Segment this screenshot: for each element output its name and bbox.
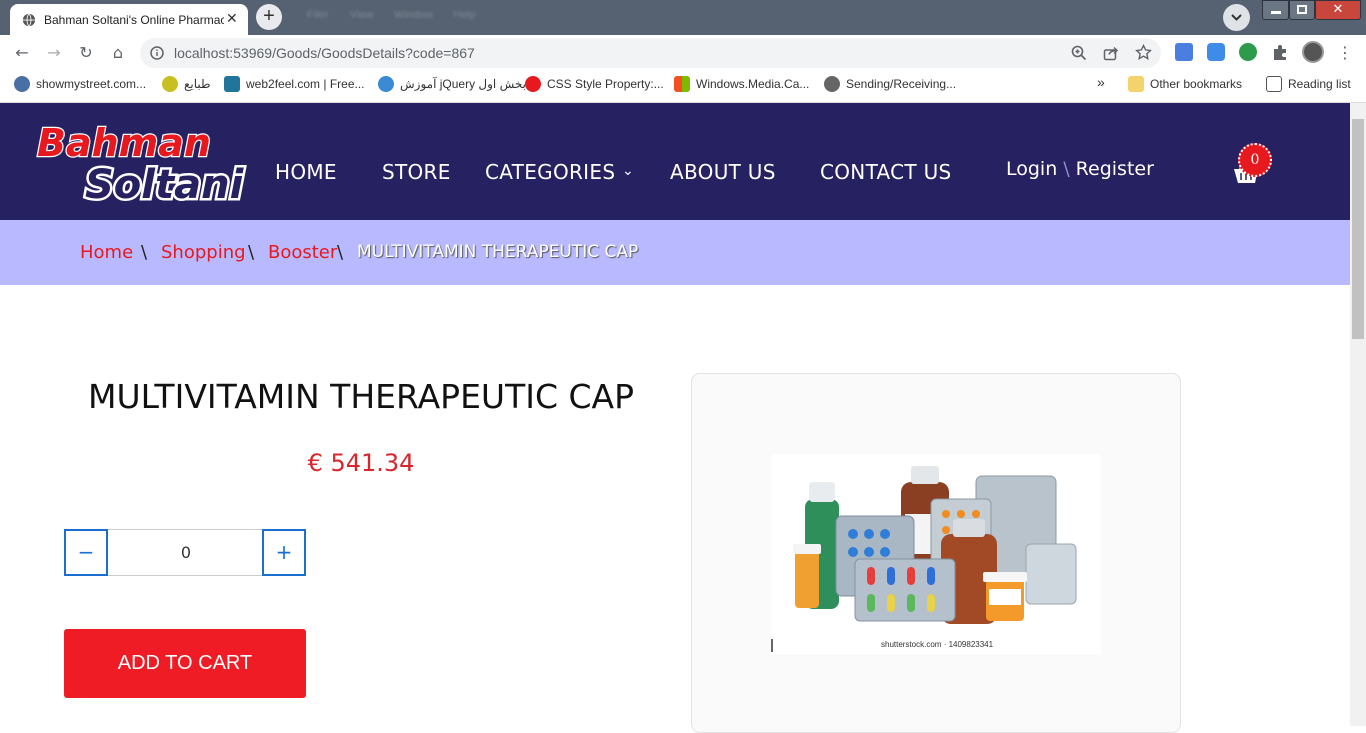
bookmarks-overflow-button[interactable]: » <box>1097 74 1105 94</box>
add-to-cart-button[interactable]: ADD TO CART <box>64 629 306 698</box>
bookmark-favicon-icon <box>525 76 541 92</box>
breadcrumb-home[interactable]: Home <box>80 242 133 263</box>
tab-search-button[interactable] <box>1223 4 1250 31</box>
kebab-menu-icon[interactable]: ⋮ <box>1334 42 1356 64</box>
site-logo[interactable]: Bahman Soltani <box>33 118 259 208</box>
zoom-icon[interactable] <box>1071 45 1087 61</box>
browser-toolbar: ← → ↻ ⌂ localhost:53969/Goods/GoodsDetai… <box>0 35 1366 70</box>
reading-list-icon <box>1266 76 1282 92</box>
breadcrumb: Home \ Shopping \ Booster \ MULTIVITAMIN… <box>0 220 1350 285</box>
share-icon[interactable] <box>1103 45 1119 61</box>
chevron-down-icon <box>1231 14 1242 21</box>
increase-quantity-button[interactable]: + <box>262 529 306 576</box>
reload-icon[interactable]: ↻ <box>75 42 97 64</box>
bookmark-favicon-icon <box>162 76 178 92</box>
camera-icon[interactable] <box>1207 43 1225 61</box>
chevron-down-icon: ⌄ <box>622 163 635 179</box>
url-text[interactable]: localhost:53969/Goods/GoodsDetails?code=… <box>174 45 475 61</box>
nav-store[interactable]: STORE <box>382 160 451 184</box>
product-image-card: shutterstock.com · 1409823341 <box>691 373 1181 733</box>
quantity-stepper: − + <box>64 529 306 576</box>
globe-extension-icon[interactable] <box>1239 43 1257 61</box>
nav-home[interactable]: HOME <box>275 160 337 184</box>
quantity-input[interactable] <box>109 530 263 575</box>
back-icon[interactable]: ← <box>11 42 33 64</box>
breadcrumb-current: MULTIVITAMIN THERAPEUTIC CAP <box>357 242 639 262</box>
bookmark-item[interactable]: طبایع <box>162 76 211 96</box>
new-tab-button[interactable]: + <box>256 4 282 30</box>
avatar[interactable] <box>1302 41 1324 63</box>
product-image: shutterstock.com · 1409823341 <box>771 454 1101 654</box>
nav-categories-label: CATEGORIES <box>485 160 616 184</box>
globe-icon <box>22 13 36 27</box>
blurred-menu-item: View <box>350 9 374 21</box>
breadcrumb-separator: \ <box>141 242 148 263</box>
product-price: € 541.34 <box>307 449 415 477</box>
info-icon[interactable] <box>150 46 164 60</box>
breadcrumb-booster[interactable]: Booster <box>268 242 337 263</box>
medicine-illustration <box>771 466 1077 652</box>
logo-line1: Bahman <box>37 121 211 165</box>
auth-separator: \ <box>1063 158 1070 180</box>
browser-tab[interactable]: Bahman Soltani's Online Pharmacy ✕ <box>10 4 248 35</box>
login-link[interactable]: Login <box>1006 158 1057 180</box>
forward-icon[interactable]: → <box>43 42 65 64</box>
bookmark-favicon-icon <box>378 76 394 92</box>
breadcrumb-shopping[interactable]: Shopping <box>161 242 246 263</box>
translate-icon[interactable] <box>1175 43 1193 61</box>
bookmark-item[interactable]: آموزش jQuery بخش اول <box>378 76 526 96</box>
tab-title: Bahman Soltani's Online Pharmacy <box>44 13 224 27</box>
bookmark-item[interactable]: web2feel.com | Free... <box>224 76 365 96</box>
logo-line2: Soltani <box>85 162 245 208</box>
address-bar[interactable]: localhost:53969/Goods/GoodsDetails?code=… <box>140 38 1161 68</box>
bookmark-item[interactable]: showmystreet.com... <box>14 76 146 96</box>
bookmark-favicon-icon <box>824 76 840 92</box>
minimize-button[interactable] <box>1262 0 1289 20</box>
product-title: MULTIVITAMIN THERAPEUTIC CAP <box>87 377 635 416</box>
bookmark-favicon-icon <box>224 76 240 92</box>
image-credit: shutterstock.com · 1409823341 <box>881 640 994 649</box>
nav-categories[interactable]: CATEGORIES ⌄ <box>485 160 634 184</box>
auth-links: Login \ Register <box>1006 158 1154 180</box>
puzzle-icon[interactable] <box>1271 43 1289 61</box>
decrease-quantity-button[interactable]: − <box>64 529 108 576</box>
close-tab-icon[interactable]: ✕ <box>226 11 238 27</box>
nav-about[interactable]: ABOUT US <box>670 160 776 184</box>
site-header: Bahman Soltani HOME STORE CATEGORIES ⌄ A… <box>0 103 1350 220</box>
bookmark-item[interactable]: Windows.Media.Ca... <box>674 76 809 96</box>
bookmark-item[interactable]: CSS Style Property:... <box>525 76 664 96</box>
blurred-menu-item: Filer <box>307 9 329 21</box>
bookmark-item[interactable]: Sending/Receiving... <box>824 76 956 96</box>
maximize-button[interactable] <box>1289 0 1315 20</box>
breadcrumb-separator: \ <box>337 242 344 263</box>
cart-count-badge: 0 <box>1238 143 1272 177</box>
home-icon[interactable]: ⌂ <box>107 42 129 64</box>
bookmark-favicon-icon <box>14 76 30 92</box>
blurred-menu-item: Help <box>453 9 476 21</box>
other-bookmarks-folder[interactable]: Other bookmarks <box>1128 76 1242 96</box>
star-icon[interactable] <box>1135 44 1152 61</box>
windows-icon <box>674 76 690 92</box>
window-close-button[interactable]: ✕ <box>1315 0 1361 20</box>
browser-tab-strip: Bahman Soltani's Online Pharmacy ✕ + Fil… <box>0 0 1366 35</box>
register-link[interactable]: Register <box>1076 158 1154 180</box>
folder-icon <box>1128 76 1144 92</box>
bookmarks-bar: showmystreet.com... طبایع web2feel.com |… <box>0 70 1366 103</box>
breadcrumb-separator: \ <box>248 242 255 263</box>
blurred-menu-item: Window <box>394 9 434 21</box>
scrollbar-thumb[interactable] <box>1352 119 1364 339</box>
reading-list-button[interactable]: Reading list <box>1266 76 1351 96</box>
nav-contact[interactable]: CONTACT US <box>820 160 952 184</box>
